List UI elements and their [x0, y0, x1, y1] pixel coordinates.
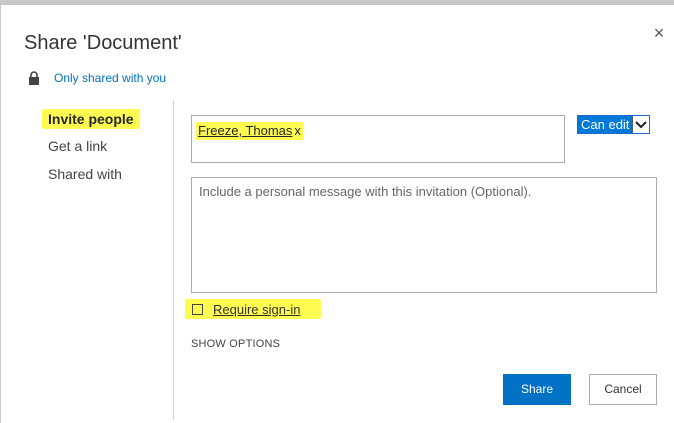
sharing-status-link[interactable]: Only shared with you — [54, 71, 166, 85]
permission-selected-value: Can edit — [578, 116, 633, 133]
dialog-title: Share 'Document' — [24, 32, 182, 54]
recipient-name[interactable]: Freeze, Thomas — [198, 123, 292, 138]
recipient-remove-button[interactable]: x — [294, 123, 301, 138]
recipient-token[interactable]: Freeze, Thomas x — [196, 122, 303, 140]
lock-icon — [29, 71, 39, 85]
show-options-link[interactable]: SHOW OPTIONS — [191, 338, 280, 350]
require-signin-option[interactable]: Require sign-in — [185, 299, 321, 319]
personal-message-textarea[interactable]: Include a personal message with this inv… — [191, 177, 657, 293]
share-nav: Invite people Get a link Shared with — [1, 100, 174, 420]
require-signin-checkbox[interactable] — [192, 303, 203, 315]
require-signin-label[interactable]: Require sign-in — [213, 302, 300, 317]
nav-item-invite-people[interactable]: Invite people — [42, 109, 140, 129]
invite-people-input[interactable]: Freeze, Thomas x — [191, 115, 565, 163]
close-icon[interactable]: × — [650, 24, 668, 42]
share-dialog: Share 'Document' × Only shared with you … — [0, 0, 674, 423]
nav-item-shared-with[interactable]: Shared with — [48, 164, 122, 184]
permission-dropdown[interactable]: Can edit — [577, 115, 651, 134]
nav-item-get-a-link[interactable]: Get a link — [48, 136, 107, 156]
share-button[interactable]: Share — [503, 374, 571, 405]
cancel-button[interactable]: Cancel — [589, 374, 657, 405]
sharing-status: Only shared with you — [28, 69, 166, 87]
chevron-down-icon[interactable] — [632, 116, 650, 133]
